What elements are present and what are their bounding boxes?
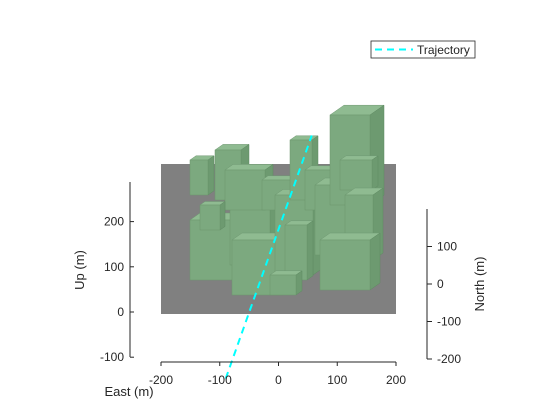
up-tick-label: 0 [117,305,124,319]
north-tick-label: 100 [437,240,457,254]
east-tick-label: -100 [208,373,232,387]
up-tick-label: 200 [104,215,124,229]
east-tick-label: 200 [386,373,406,387]
up-tick-label: 100 [104,260,124,274]
north-axis: -200 -100 0 100 North (m) [426,209,487,366]
up-axis-label: Up (m) [72,250,87,290]
figure: -100 0 100 200 Up (m) -200 -100 0 100 200 East … [72,40,487,399]
east-axis-label: East (m) [104,384,153,399]
up-tick-label: -100 [100,350,124,364]
north-tick-label: -100 [437,315,461,329]
building [319,232,381,291]
city-buildings [189,104,385,296]
north-axis-label: North (m) [472,257,487,312]
east-tick-label: 100 [327,373,347,387]
north-tick-label: -200 [437,352,461,366]
north-tick-label: 0 [437,277,444,291]
building [199,201,226,231]
up-axis: -100 0 100 200 Up (m) [72,182,134,364]
building [269,270,303,296]
east-tick-label: 0 [275,373,282,387]
building [339,155,379,191]
east-axis: -200 -100 0 100 200 East (m) [104,361,406,399]
building [189,155,215,196]
legend: Trajectory [370,40,476,59]
legend-label-trajectory: Trajectory [417,43,470,57]
